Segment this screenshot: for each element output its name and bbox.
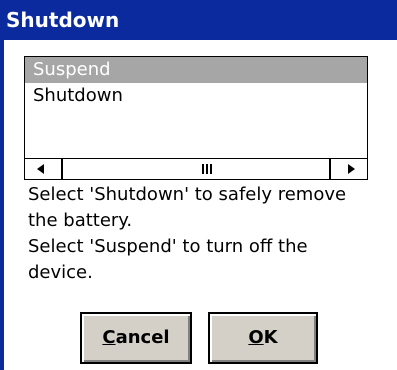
- instruction-line: the battery.: [28, 210, 133, 231]
- instruction-line: Select 'Suspend' to turn off the: [28, 236, 308, 257]
- dialog-title: Shutdown: [6, 8, 120, 32]
- ok-mnemonic: O: [248, 327, 264, 348]
- window-left-border: [0, 40, 4, 370]
- list-item-suspend[interactable]: Suspend: [25, 57, 367, 83]
- scroll-left-arrow-icon: [37, 164, 44, 174]
- shutdown-dialog: Shutdown Suspend Shutdown Select 'Shutdo…: [0, 0, 397, 370]
- list-item-shutdown[interactable]: Shutdown: [25, 83, 367, 109]
- cancel-button[interactable]: Cancel: [80, 312, 192, 364]
- cancel-label: ancel: [115, 327, 170, 348]
- instruction-line: device.: [28, 262, 93, 283]
- shutdown-options-listbox[interactable]: Suspend Shutdown: [24, 56, 368, 180]
- ok-label: K: [263, 327, 278, 348]
- instruction-line: Select 'Shutdown' to safely remove: [28, 184, 347, 205]
- cancel-mnemonic: C: [102, 327, 116, 348]
- ok-button[interactable]: OK: [208, 312, 318, 364]
- horizontal-scrollbar[interactable]: [25, 158, 367, 179]
- title-bar: Shutdown: [0, 0, 397, 40]
- scroll-right-button[interactable]: [329, 159, 367, 179]
- scroll-left-button[interactable]: [25, 159, 63, 179]
- scroll-thumb-grip-icon[interactable]: [200, 162, 214, 176]
- scroll-right-arrow-icon: [348, 164, 355, 174]
- instruction-text: Select 'Shutdown' to safely remove the b…: [28, 182, 378, 286]
